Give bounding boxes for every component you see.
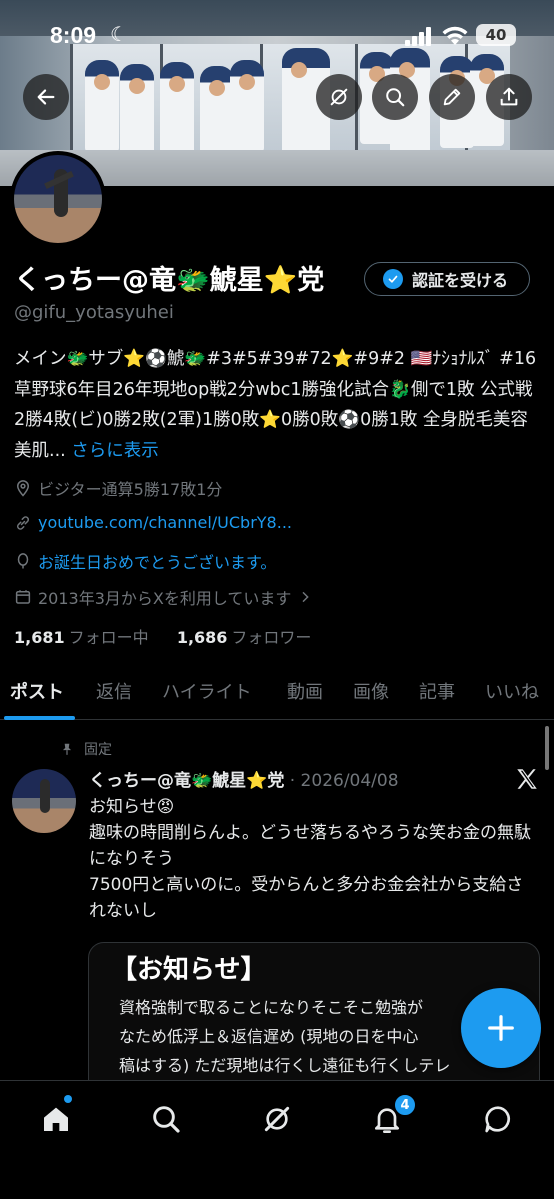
display-name: くっちー@竜🐲鯱星⭐党 bbox=[14, 265, 325, 296]
following-count: 1,681 bbox=[14, 628, 65, 647]
chevron-right-icon bbox=[302, 591, 310, 603]
pencil-icon bbox=[443, 88, 461, 106]
pinned-indicator: 固定 bbox=[60, 739, 112, 759]
scrollbar[interactable] bbox=[545, 726, 549, 770]
profile-bio: メイン🐲サブ⭐⚽鯱🐲#3#5#39#72⭐#9#2 🇺🇸ﾅｼｮﾅﾙｽﾞ #16 … bbox=[14, 344, 542, 466]
avatar-figure bbox=[40, 779, 50, 813]
wifi-icon bbox=[441, 25, 469, 47]
followers-label: フォロワー bbox=[231, 628, 312, 647]
nav-home[interactable] bbox=[36, 1099, 76, 1139]
post-text: お知らせ😡 趣味の時間削らんよ。どうせ落ちるやろうな笑お金の無駄になりそう 75… bbox=[89, 794, 534, 924]
plus-icon bbox=[488, 1015, 514, 1041]
post-date[interactable]: · 2026/04/08 bbox=[290, 771, 399, 791]
arrow-left-icon bbox=[37, 89, 55, 105]
tab-photos[interactable]: 画像 bbox=[353, 678, 389, 704]
post-text-content: お知らせ😡 趣味の時間削らんよ。どうせ落ちるやろうな笑お金の無駄になりそう 75… bbox=[89, 797, 531, 921]
website-link[interactable]: youtube.com/channel/UCbrY8... bbox=[38, 513, 292, 532]
bottom-navigation bbox=[0, 1080, 554, 1199]
grok-button[interactable] bbox=[316, 74, 362, 120]
status-bar: 8:09 ☾ 40 bbox=[0, 0, 554, 72]
banner-player bbox=[200, 66, 234, 158]
nav-search[interactable] bbox=[146, 1099, 186, 1139]
verified-badge-icon bbox=[383, 269, 403, 289]
banner-player bbox=[230, 60, 264, 152]
search-icon bbox=[153, 1106, 180, 1133]
tab-posts[interactable]: ポスト bbox=[10, 678, 64, 704]
calendar-icon bbox=[15, 590, 31, 604]
location-pin-icon bbox=[16, 480, 30, 497]
banner-player bbox=[160, 62, 194, 154]
tab-likes[interactable]: いいね bbox=[485, 678, 539, 704]
following-link[interactable]: 1,681 フォロー中 bbox=[14, 628, 149, 647]
home-icon bbox=[44, 1107, 68, 1131]
user-handle: @gifu_yotasyuhei bbox=[14, 302, 174, 323]
x-logo-icon bbox=[514, 766, 540, 792]
cellular-signal-icon bbox=[405, 26, 433, 46]
chat-bubble-icon bbox=[485, 1106, 510, 1133]
followers-link[interactable]: 1,686 フォロワー bbox=[177, 628, 312, 647]
home-unread-dot bbox=[64, 1095, 72, 1103]
post-header: くっちー@竜🐲鯱星⭐党 · 2026/04/08 bbox=[89, 766, 399, 791]
share-icon bbox=[500, 87, 518, 106]
card-title: 【お知らせ】 bbox=[111, 955, 267, 985]
tab-articles[interactable]: 記事 bbox=[419, 678, 455, 704]
get-verified-button[interactable]: 認証を受ける bbox=[364, 262, 530, 296]
back-button[interactable] bbox=[23, 74, 69, 120]
banner-player bbox=[85, 60, 119, 152]
pinned-label: 固定 bbox=[84, 742, 112, 758]
search-button[interactable] bbox=[372, 74, 418, 120]
profile-location: ビジター通算5勝17敗1分 bbox=[14, 476, 222, 500]
status-time: 8:09 bbox=[50, 22, 97, 48]
nav-messages[interactable] bbox=[478, 1099, 518, 1139]
tab-highlights[interactable]: ハイライト bbox=[162, 678, 252, 704]
followers-count: 1,686 bbox=[176, 628, 228, 647]
search-icon bbox=[386, 88, 405, 107]
moon-icon: ☾ bbox=[110, 22, 128, 46]
battery-indicator: 40 bbox=[476, 24, 516, 46]
location-text: ビジター通算5勝17敗1分 bbox=[38, 480, 223, 499]
profile-tabs: ポスト 返信 ハイライト 動画 画像 記事 いいね bbox=[0, 670, 554, 720]
compose-post-button[interactable] bbox=[461, 988, 541, 1068]
get-verified-label: 認証を受ける bbox=[412, 271, 509, 290]
edit-button[interactable] bbox=[429, 74, 475, 120]
share-button[interactable] bbox=[486, 74, 532, 120]
show-more-link[interactable]: さらに表示 bbox=[71, 441, 159, 461]
following-label: フォロー中 bbox=[68, 628, 149, 647]
pin-icon bbox=[62, 743, 72, 755]
profile-joined[interactable]: 2013年3月からXを利用しています bbox=[14, 585, 319, 609]
link-icon bbox=[16, 515, 30, 530]
notification-count-badge: 4 bbox=[394, 1094, 416, 1116]
grok-icon bbox=[264, 1106, 290, 1132]
follow-stats: 1,681 フォロー中 1,686 フォロワー bbox=[14, 624, 311, 648]
grok-icon bbox=[330, 88, 348, 106]
profile-birthday: お誕生日おめでとうございます。 bbox=[14, 549, 276, 573]
tab-replies[interactable]: 返信 bbox=[96, 678, 132, 704]
active-tab-indicator bbox=[4, 716, 75, 720]
post-author-name[interactable]: くっちー@竜🐲鯱星⭐党 bbox=[89, 771, 284, 791]
birthday-text: お誕生日おめでとうございます。 bbox=[38, 553, 277, 572]
balloon-icon bbox=[17, 553, 29, 569]
profile-avatar[interactable] bbox=[10, 151, 106, 247]
joined-text: 2013年3月からXを利用しています bbox=[38, 589, 292, 608]
post-author-avatar[interactable] bbox=[12, 769, 76, 833]
nav-grok[interactable] bbox=[257, 1099, 297, 1139]
profile-website: youtube.com/channel/UCbrY8... bbox=[14, 513, 292, 532]
banner-player bbox=[120, 64, 154, 156]
tab-videos[interactable]: 動画 bbox=[287, 678, 323, 704]
